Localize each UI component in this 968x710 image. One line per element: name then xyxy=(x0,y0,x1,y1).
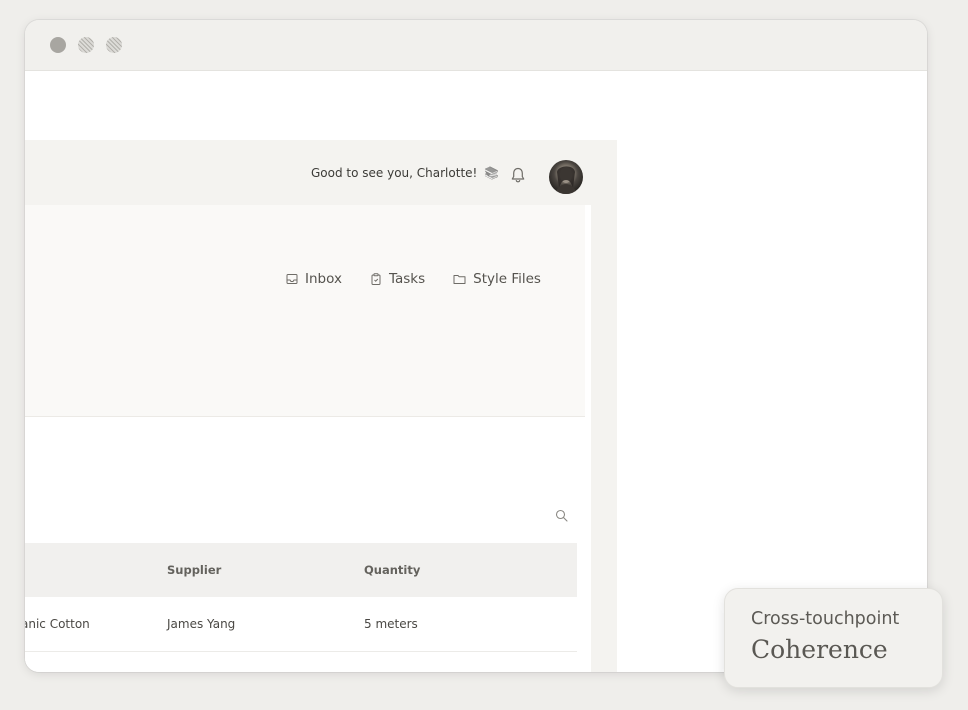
bell-icon[interactable] xyxy=(509,166,527,184)
nav-links: Inbox Tasks Style Files xyxy=(286,271,569,287)
table-header: Supplier Quantity xyxy=(25,543,577,597)
clipboard-icon xyxy=(371,273,381,285)
cell-material: anic Cotton xyxy=(25,617,90,631)
greeting-label: Good to see you, Charlotte! xyxy=(311,166,478,180)
table-row[interactable]: 3 xyxy=(25,652,577,672)
avatar-portrait-icon xyxy=(555,166,577,194)
folder-icon xyxy=(453,275,466,284)
books-emoji: 📚 xyxy=(484,166,500,180)
close-window-button[interactable] xyxy=(50,37,66,53)
nav-tasks[interactable]: Tasks xyxy=(370,271,425,287)
badge-subtitle: Coherence xyxy=(751,635,888,664)
nav-inbox[interactable]: Inbox xyxy=(286,271,342,287)
column-header-supplier[interactable]: Supplier xyxy=(167,563,221,577)
badge-title: Cross-touchpoint xyxy=(751,609,900,629)
maximize-window-button[interactable] xyxy=(106,37,122,53)
viewport: Good to see you, Charlotte! 📚 Inbox Task… xyxy=(25,71,927,672)
greeting-text: Good to see you, Charlotte! 📚 xyxy=(311,166,499,180)
user-avatar[interactable] xyxy=(549,160,583,194)
cell-quantity: 5 meters xyxy=(364,617,418,631)
inbox-icon xyxy=(286,274,298,284)
header-panel: Inbox Tasks Style Files xyxy=(25,205,585,417)
app-frame: Good to see you, Charlotte! 📚 Inbox Task… xyxy=(25,140,617,672)
column-header-quantity[interactable]: Quantity xyxy=(364,563,420,577)
cell-supplier: James Yang xyxy=(167,617,236,631)
nav-inbox-label: Inbox xyxy=(305,271,342,287)
feature-badge: Cross-touchpoint Coherence xyxy=(724,588,943,688)
browser-window: Good to see you, Charlotte! 📚 Inbox Task… xyxy=(25,20,927,672)
main-card: Inbox Tasks Style Files Supplier Quantit… xyxy=(25,205,591,672)
nav-tasks-label: Tasks xyxy=(388,271,426,287)
search-icon[interactable] xyxy=(555,509,568,522)
minimize-window-button[interactable] xyxy=(78,37,94,53)
nav-style-files[interactable]: Style Files xyxy=(453,271,541,287)
table-row[interactable]: anic Cotton James Yang 5 meters xyxy=(25,597,577,652)
nav-style-files-label: Style Files xyxy=(473,271,541,287)
title-bar xyxy=(25,20,927,71)
